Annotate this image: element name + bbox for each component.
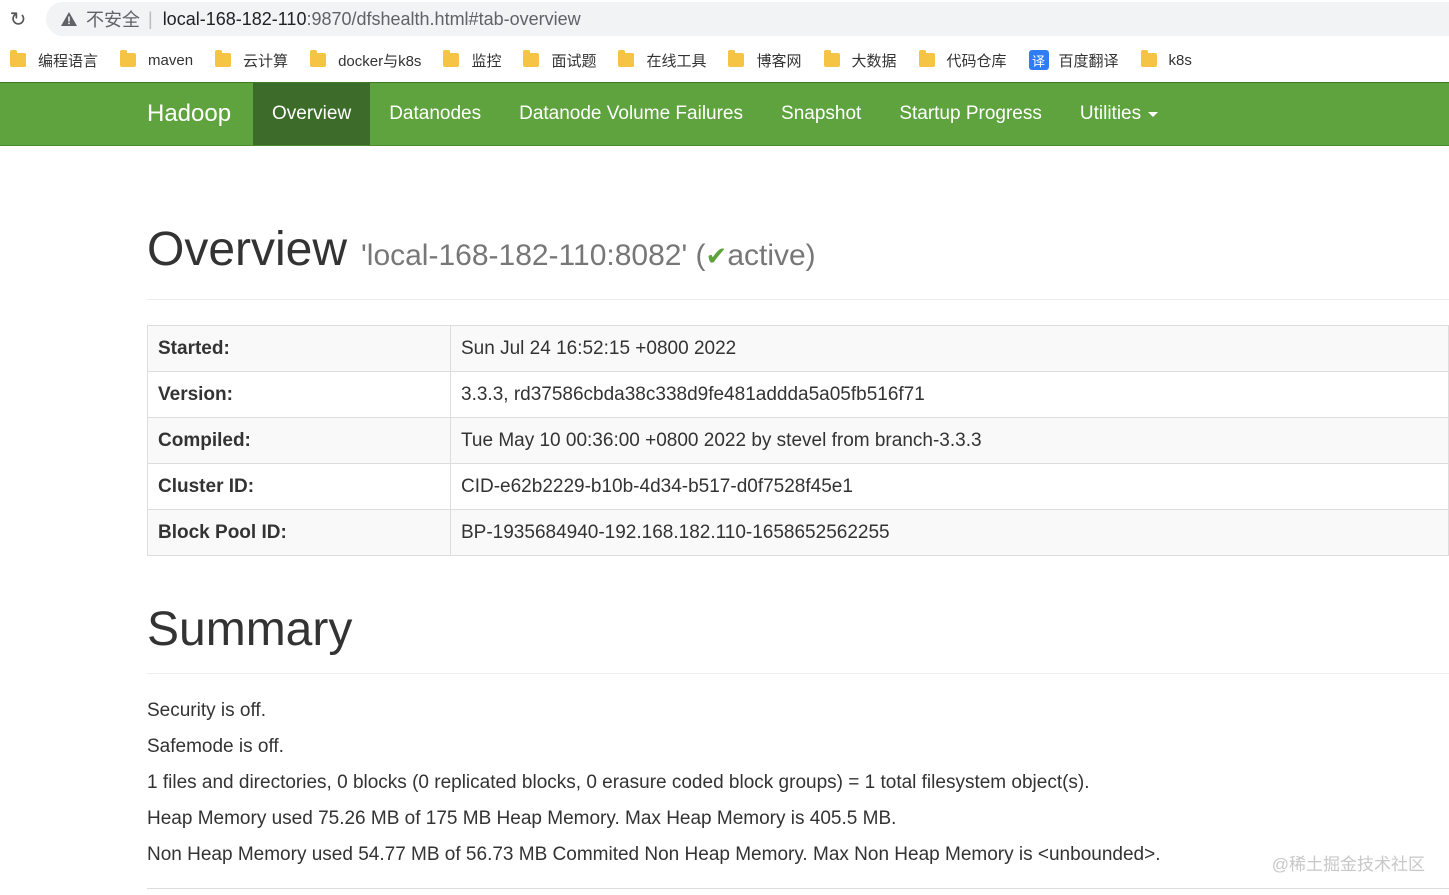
browser-address-bar: ↻ 不安全 | local-168-182-110:9870/dfshealth…: [0, 0, 1449, 38]
summary-nonheap-memory: Non Heap Memory used 54.77 MB of 56.73 M…: [147, 844, 1161, 865]
row-value: 3.3.3, rd37586cbda38c338d9fe481addda5a05…: [450, 371, 1449, 418]
overview-header: Overview 'local-168-182-110:8082' (✔acti…: [147, 222, 1449, 300]
row-key: Block Pool ID:: [147, 509, 451, 556]
table-top-border: [147, 888, 1449, 889]
url-field[interactable]: 不安全 | local-168-182-110:9870/dfshealth.h…: [46, 2, 1449, 36]
navbar-brand[interactable]: Hadoop: [147, 83, 253, 145]
summary-security: Security is off.: [147, 700, 266, 721]
bookmark-label: 在线工具: [646, 52, 707, 70]
summary-safemode: Safemode is off.: [147, 736, 284, 757]
bookmark-item[interactable]: docker与k8s: [310, 50, 421, 71]
bookmark-label: 面试题: [551, 52, 597, 70]
url-host: local-168-182-110: [162, 8, 307, 29]
folder-icon: [120, 50, 137, 67]
watermark: @稀土掘金技术社区: [1271, 855, 1425, 874]
bookmark-label: maven: [148, 51, 194, 69]
bookmark-label: k8s: [1168, 51, 1192, 69]
folder-icon: [1140, 50, 1157, 67]
bookmark-label: docker与k8s: [338, 52, 422, 70]
folder-icon: [523, 50, 540, 67]
check-icon: ✔: [705, 241, 728, 271]
summary-title: Summary: [147, 602, 1449, 674]
namenode-host: 'local-168-182-110:8082' (: [361, 239, 706, 272]
folder-icon: [310, 50, 327, 67]
summary-filesystem: 1 files and directories, 0 blocks (0 rep…: [147, 772, 1090, 793]
insecure-label[interactable]: 不安全: [86, 6, 140, 32]
nav-utilities-label: Utilities: [1079, 103, 1142, 124]
bookmark-label: 代码仓库: [946, 52, 1007, 70]
row-key: Compiled:: [147, 417, 451, 464]
bookmark-item[interactable]: 译百度翻译: [1028, 50, 1119, 71]
bookmark-item[interactable]: k8s: [1140, 50, 1192, 69]
row-value: Sun Jul 24 16:52:15 +0800 2022: [450, 325, 1449, 372]
bookmark-item[interactable]: 大数据: [823, 50, 897, 71]
folder-icon: [618, 50, 635, 67]
url-path: :9870/dfshealth.html#tab-overview: [306, 8, 581, 29]
row-value: BP-1935684940-192.168.182.110-1658652562…: [450, 509, 1449, 556]
row-value: CID-e62b2229-b10b-4d34-b517-d0f7528f45e1: [450, 463, 1449, 510]
nav-datanodes[interactable]: Datanodes: [370, 83, 500, 145]
bookmark-label: 博客网: [756, 52, 802, 70]
nav-datanode-volume-failures[interactable]: Datanode Volume Failures: [500, 83, 762, 145]
row-key: Started:: [147, 325, 451, 372]
bookmark-item[interactable]: 在线工具: [618, 50, 706, 71]
folder-icon: [443, 50, 460, 67]
reload-icon[interactable]: ↻: [0, 7, 36, 32]
overview-table: Started: Sun Jul 24 16:52:15 +0800 2022 …: [147, 325, 1449, 556]
folder-icon: [823, 50, 840, 67]
row-key: Cluster ID:: [147, 463, 451, 510]
summary-heap-memory: Heap Memory used 75.26 MB of 175 MB Heap…: [147, 808, 897, 829]
bookmark-label: 云计算: [243, 52, 289, 70]
bookmark-item[interactable]: maven: [120, 50, 194, 69]
namenode-address: 'local-168-182-110:8082' (✔active): [361, 239, 816, 273]
table-row: Version: 3.3.3, rd37586cbda38c338d9fe481…: [147, 371, 1449, 418]
main-content: Overview 'local-168-182-110:8082' (✔acti…: [147, 146, 1449, 866]
table-row: Cluster ID: CID-e62b2229-b10b-4d34-b517-…: [147, 463, 1449, 510]
url-separator: |: [148, 8, 153, 29]
bookmarks-bar: 编程语言 maven 云计算 docker与k8s 监控 面试题 在线工具 博客…: [0, 40, 1449, 80]
folder-icon: [918, 50, 935, 67]
folder-icon: [10, 50, 26, 67]
translate-icon: 译: [1028, 50, 1049, 70]
bookmark-item[interactable]: 面试题: [523, 50, 596, 71]
bookmark-label: 编程语言: [38, 52, 99, 70]
nav-overview[interactable]: Overview: [253, 83, 371, 145]
folder-icon: [728, 50, 745, 67]
row-key: Version:: [147, 371, 451, 418]
table-row: Compiled: Tue May 10 00:36:00 +0800 2022…: [147, 417, 1449, 464]
folder-icon: [215, 50, 232, 67]
nav-snapshot[interactable]: Snapshot: [762, 83, 880, 145]
row-value: Tue May 10 00:36:00 +0800 2022 by stevel…: [450, 417, 1449, 464]
nav-utilities[interactable]: Utilities: [1061, 83, 1177, 145]
bookmark-label: 大数据: [851, 52, 897, 70]
caret-down-icon: [1148, 111, 1159, 117]
table-row: Started: Sun Jul 24 16:52:15 +0800 2022: [147, 325, 1449, 372]
bookmark-item[interactable]: 云计算: [215, 50, 288, 71]
bookmark-item[interactable]: 编程语言: [10, 50, 98, 71]
table-row: Block Pool ID: BP-1935684940-192.168.182…: [147, 509, 1449, 556]
bookmark-item[interactable]: 监控: [443, 50, 501, 71]
warning-icon[interactable]: [60, 11, 78, 27]
bookmark-item[interactable]: 代码仓库: [918, 50, 1007, 71]
hadoop-navbar: Hadoop Overview Datanodes Datanode Volum…: [0, 82, 1449, 146]
bookmark-label: 监控: [471, 52, 502, 70]
bookmark-item[interactable]: 博客网: [728, 50, 802, 71]
overview-title: Overview: [147, 223, 348, 276]
nav-startup-progress[interactable]: Startup Progress: [880, 83, 1061, 145]
bookmark-label: 百度翻译: [1058, 52, 1119, 70]
namenode-status: active): [727, 239, 816, 272]
